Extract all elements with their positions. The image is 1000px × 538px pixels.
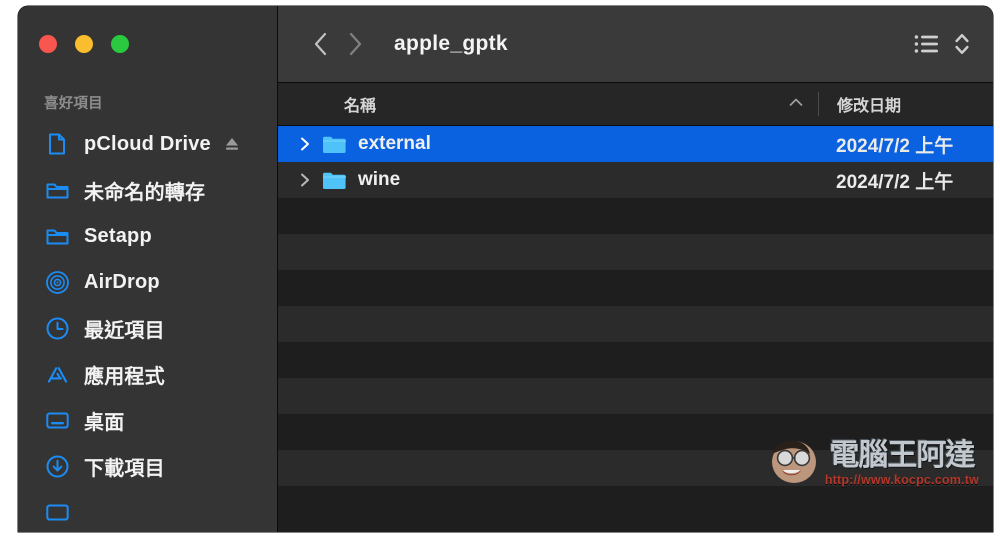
list-view-icon[interactable]	[913, 31, 941, 57]
folder-icon	[322, 168, 346, 192]
sidebar-item-label: 未命名的轉存	[84, 181, 206, 204]
file-name-cell: external	[278, 132, 818, 156]
sidebar-item-label: 下載項目	[84, 457, 165, 480]
file-name-label: wine	[358, 169, 401, 190]
folder-icon	[44, 223, 70, 249]
empty-row[interactable]	[278, 450, 993, 486]
sidebar-section-title: 喜好項目	[44, 96, 103, 112]
empty-row[interactable]	[278, 378, 993, 414]
clock-icon	[44, 315, 70, 341]
close-window-button[interactable]	[39, 35, 57, 53]
desktop-icon	[44, 499, 70, 525]
eject-icon[interactable]	[223, 135, 241, 153]
chevron-up-icon	[788, 95, 804, 113]
chevron-up-down-icon[interactable]	[953, 30, 971, 58]
chevron-right-icon[interactable]	[338, 27, 372, 61]
column-header-name[interactable]: 名稱	[278, 83, 818, 125]
sidebar-item-label: 應用程式	[84, 365, 165, 388]
sidebar-item-downloads[interactable]: 下載項目	[18, 443, 277, 489]
appstore-icon	[44, 361, 70, 387]
folder-icon	[44, 177, 70, 203]
sidebar-item-label: 桌面	[84, 411, 125, 434]
chevron-right-icon[interactable]	[296, 135, 314, 153]
file-list[interactable]: external 2024/7/2 上午 wine 2024/7/2 上午	[278, 126, 993, 532]
file-date-cell: 2024/7/2 上午	[836, 171, 954, 193]
sidebar-item-unnamed-export[interactable]: 未命名的轉存	[18, 167, 277, 213]
file-name-label: external	[358, 133, 431, 154]
sidebar-item-label: 最近項目	[84, 319, 165, 342]
column-header-date-modified[interactable]: 修改日期	[819, 83, 901, 125]
sidebar-scroll-area[interactable]: 喜好項目 pCloud Drive 未命名的轉存 Setapp AirDrop …	[18, 92, 277, 532]
document-icon	[44, 131, 70, 157]
column-header-date-label: 修改日期	[837, 98, 902, 115]
sidebar-item-recents[interactable]: 最近項目	[18, 305, 277, 351]
toolbar-right-controls	[913, 30, 971, 58]
sidebar-item-setapp[interactable]: Setapp	[18, 213, 277, 259]
empty-row[interactable]	[278, 234, 993, 270]
chevron-right-icon[interactable]	[296, 171, 314, 189]
empty-row[interactable]	[278, 198, 993, 234]
finder-window: 喜好項目 pCloud Drive 未命名的轉存 Setapp AirDrop …	[18, 6, 993, 532]
toolbar: apple_gptk	[278, 6, 993, 83]
sidebar-item-airdrop[interactable]: AirDrop	[18, 259, 277, 305]
page-title: apple_gptk	[394, 32, 508, 55]
maximize-window-button[interactable]	[111, 35, 129, 53]
sidebar-item-pcloud-drive[interactable]: pCloud Drive	[18, 121, 277, 167]
table-row[interactable]: wine 2024/7/2 上午	[278, 162, 993, 198]
minimize-window-button[interactable]	[75, 35, 93, 53]
content-pane: apple_gptk 名稱 修改日期 external 2024/7/2 上午 …	[278, 6, 993, 532]
empty-row[interactable]	[278, 270, 993, 306]
airdrop-icon	[44, 269, 70, 295]
desktop-icon	[44, 407, 70, 433]
table-row[interactable]: external 2024/7/2 上午	[278, 126, 993, 162]
file-name-cell: wine	[278, 168, 818, 192]
empty-row[interactable]	[278, 306, 993, 342]
sidebar: 喜好項目 pCloud Drive 未命名的轉存 Setapp AirDrop …	[18, 6, 278, 532]
sidebar-item-clipped[interactable]	[18, 489, 277, 532]
download-icon	[44, 453, 70, 479]
empty-row[interactable]	[278, 414, 993, 450]
sidebar-item-applications[interactable]: 應用程式	[18, 351, 277, 397]
empty-row[interactable]	[278, 342, 993, 378]
sidebar-item-label: Setapp	[84, 224, 152, 247]
window-traffic-lights	[39, 35, 129, 53]
column-header-row: 名稱 修改日期	[278, 83, 993, 126]
empty-row[interactable]	[278, 486, 993, 522]
chevron-left-icon[interactable]	[304, 27, 338, 61]
column-header-name-label: 名稱	[344, 98, 377, 115]
file-date-cell: 2024/7/2 上午	[836, 135, 954, 157]
sidebar-item-label: AirDrop	[84, 270, 160, 293]
folder-icon	[322, 132, 346, 156]
sidebar-item-desktop[interactable]: 桌面	[18, 397, 277, 443]
sidebar-item-label: pCloud Drive	[84, 132, 211, 155]
